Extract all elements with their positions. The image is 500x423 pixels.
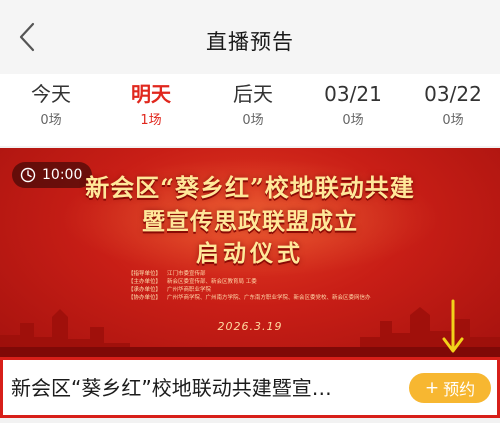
tab-label: 今天	[31, 82, 71, 106]
tab-count: 1场	[140, 113, 162, 128]
reserve-button[interactable]: + 预约	[409, 373, 491, 403]
tab-label: 后天	[233, 82, 273, 106]
tab-label: 03/22	[424, 82, 482, 106]
reserve-label: 预约	[443, 380, 476, 399]
organizer-row: 【主办单位】 新会区委宣传部、新会区教育局 工委	[128, 279, 257, 285]
organizer-row: 【指导单位】 江门市委宣传部	[128, 271, 206, 277]
header: 直播预告	[0, 0, 500, 74]
tab-today[interactable]: 今天 0场	[6, 80, 96, 144]
tab-count: 0场	[40, 113, 62, 128]
banner-headline-line3: 启动仪式	[196, 240, 304, 267]
tab-count: 0场	[442, 113, 464, 128]
organizer-list: 【指导单位】 江门市委宣传部 【主办单位】 新会区委宣传部、新会区教育局 工委 …	[128, 270, 388, 302]
banner-headline-line1: 新会区“葵乡红”校地联动共建	[85, 173, 415, 202]
event-info-bar: 新会区“葵乡红”校地联动共建暨宣… + 预约	[0, 357, 500, 418]
event-title[interactable]: 新会区“葵乡红”校地联动共建暨宣…	[11, 374, 399, 402]
event-banner[interactable]: 10:00 新会区“葵乡红”校地联动共建 暨宣传思政联盟成立 启动仪式 【指导单…	[0, 148, 500, 357]
date-tabs: 今天 0场 明天 1场 后天 0场 03/21 0场 03/22 0场	[0, 74, 500, 146]
organizer-row: 【承办单位】 广州华商职业学院	[128, 287, 212, 293]
live-event-card[interactable]: 10:00 新会区“葵乡红”校地联动共建 暨宣传思政联盟成立 启动仪式 【指导单…	[0, 148, 500, 423]
tab-tomorrow[interactable]: 明天 1场	[106, 80, 196, 144]
page-title: 直播预告	[206, 30, 294, 54]
organizer-row: 【协办单位】 广州华商学院、广州南方学院、广东南方职业学院、新会区委党校、新会区…	[128, 295, 371, 301]
down-arrow-icon	[442, 299, 464, 353]
tab-label: 明天	[131, 82, 171, 106]
tab-03-21[interactable]: 03/21 0场	[308, 80, 398, 144]
banner-headline-line2: 暨宣传思政联盟成立	[142, 208, 358, 235]
tab-label: 03/21	[324, 82, 382, 106]
tab-count: 0场	[242, 113, 264, 128]
tab-day-after[interactable]: 后天 0场	[208, 80, 298, 144]
event-date: 2026.3.19	[217, 320, 283, 333]
plus-icon: +	[424, 377, 440, 398]
tab-count: 0场	[342, 113, 364, 128]
tab-03-22[interactable]: 03/22 0场	[408, 80, 498, 144]
